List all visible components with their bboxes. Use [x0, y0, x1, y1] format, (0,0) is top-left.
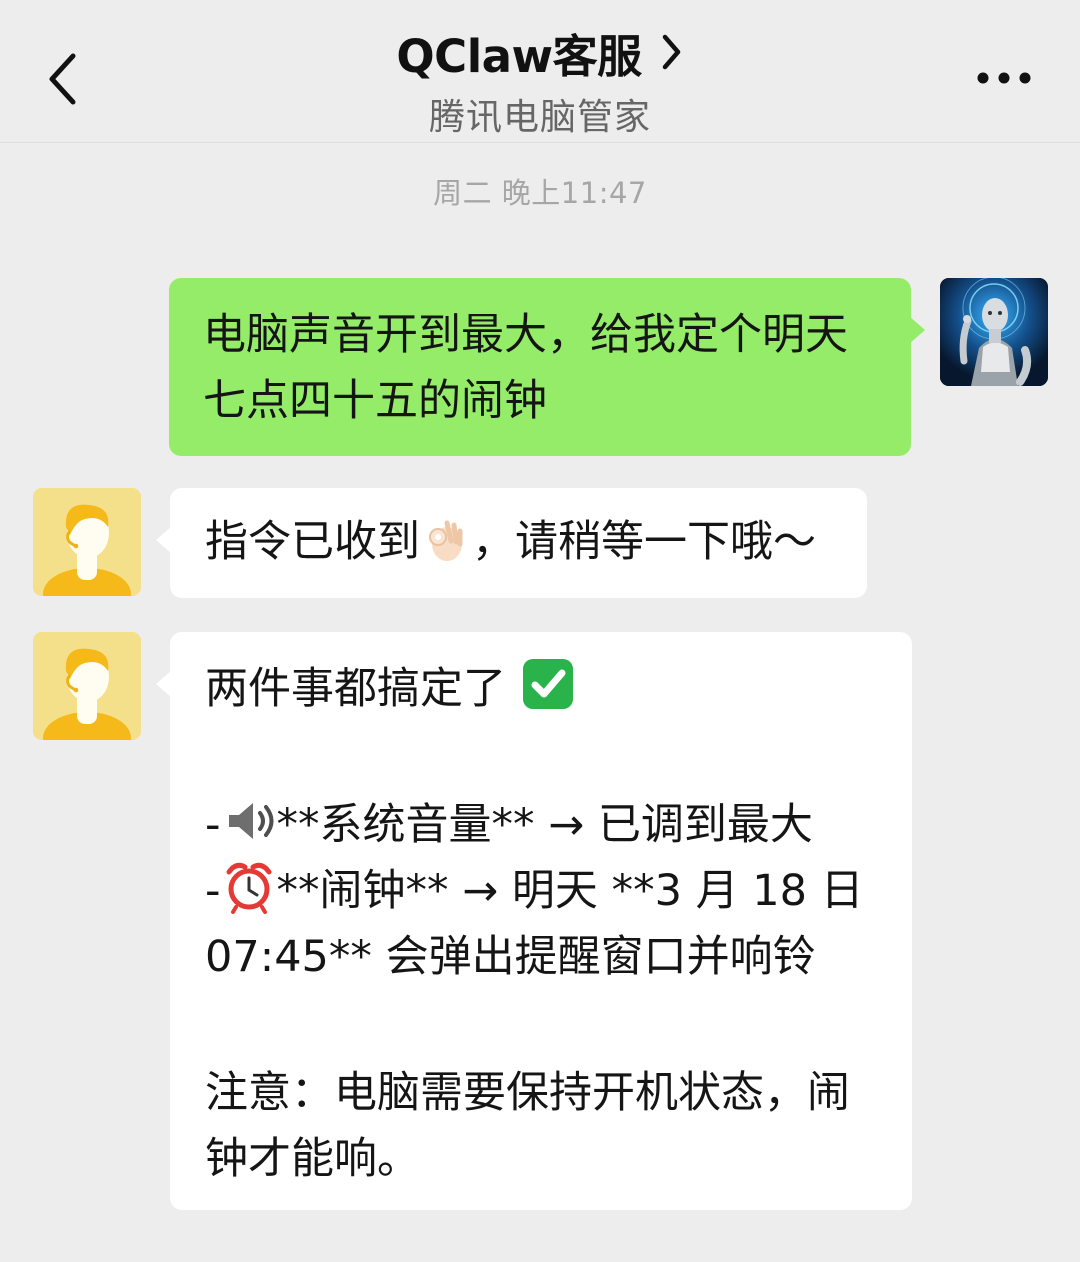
- alarm-prefix: -: [205, 866, 221, 916]
- back-button[interactable]: [38, 48, 86, 110]
- robot-avatar-image: [940, 278, 1048, 386]
- ok-hand-emoji: [429, 520, 463, 561]
- user-avatar[interactable]: [940, 278, 1048, 386]
- user-message-bubble[interactable]: 电脑声音开到最大，给我定个明天 七点四十五的闹钟: [169, 278, 925, 456]
- chevron-right-icon: [662, 34, 680, 70]
- chevron-left-icon: [49, 53, 76, 105]
- result-title-line: 两件事都搞定了: [205, 656, 884, 722]
- note-line-2: 钟才能响。: [205, 1134, 420, 1184]
- alarm-status-text-1: **闹钟** → 明天 **3 月 18 日: [276, 866, 864, 916]
- chat-header: QClaw客服 腾讯电脑管家: [0, 0, 1080, 143]
- chat-title-area[interactable]: QClaw客服 腾讯电脑管家: [250, 18, 830, 138]
- message-timestamp: 周二 晚上11:47: [433, 176, 647, 210]
- volume-status-text: **系统音量** → 已调到最大: [276, 800, 813, 850]
- speaker-high-volume-emoji: [228, 803, 274, 839]
- more-dots-icon: [977, 72, 1031, 84]
- bot-ack-bubble[interactable]: 指令已收到 ，请稍等一下哦～: [156, 488, 867, 598]
- support-agent-avatar-image: [33, 488, 141, 596]
- check-mark-button-emoji: [523, 659, 573, 709]
- result-title: 两件事都搞定了: [205, 664, 506, 714]
- more-options-button[interactable]: [972, 58, 1036, 98]
- volume-prefix: -: [205, 800, 221, 850]
- chat-screen: QClaw客服 腾讯电脑管家 周二 晚上11:47 电脑声音开到最大，给我定个明…: [0, 0, 1080, 1262]
- note-line-1: 注意：电脑需要保持开机状态，闹: [205, 1068, 850, 1118]
- message-spacer: [205, 990, 884, 1060]
- bot-avatar[interactable]: [33, 488, 141, 596]
- ack-text-before-emoji: 指令已收到: [205, 517, 420, 567]
- alarm-clock-emoji: [226, 862, 272, 914]
- message-spacer: [205, 722, 884, 792]
- alarm-status-line-2: 07:45** 会弹出提醒窗口并响铃: [205, 932, 816, 982]
- user-message-line-2: 七点四十五的闹钟: [203, 376, 547, 426]
- support-agent-avatar-image: [33, 632, 141, 740]
- user-message-line-1: 电脑声音开到最大，给我定个明天: [203, 310, 848, 360]
- volume-status-line: - **系统音量** → 已调到最大: [205, 792, 884, 858]
- bot-avatar[interactable]: [33, 632, 141, 740]
- chat-subtitle: 腾讯电脑管家: [428, 97, 651, 138]
- chat-title: QClaw客服: [396, 29, 642, 83]
- alarm-status-line-1: - **闹钟** → 明天 **3 月 18 日: [205, 858, 884, 924]
- ack-text-after-emoji: ，请稍等一下哦～: [472, 517, 816, 567]
- chat-title-row[interactable]: QClaw客服: [250, 18, 830, 86]
- bot-result-bubble[interactable]: 两件事都搞定了 - **系统音量** → 已调到最大 - **闹钟** → 明天…: [156, 632, 912, 1210]
